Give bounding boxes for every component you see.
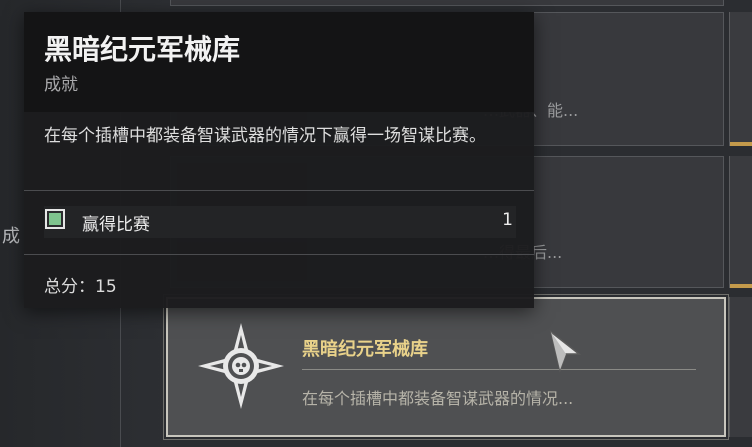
side-card[interactable] bbox=[729, 12, 752, 146]
triumph-tooltip: 黑暗纪元军械库 成就 在每个插槽中都装备智谋武器的情况下赢得一场智谋比赛。 赢得… bbox=[24, 12, 534, 308]
card-description: 在每个插槽中都装备智谋武器的情况... bbox=[302, 389, 574, 408]
tooltip-score: 总分：15 bbox=[44, 277, 117, 297]
side-card-edge bbox=[730, 284, 752, 288]
side-card[interactable] bbox=[729, 297, 752, 437]
objective-row: 赢得比赛 1 bbox=[44, 206, 516, 238]
side-card-edge bbox=[730, 142, 752, 146]
tooltip-divider bbox=[24, 254, 534, 255]
objective-checkbox bbox=[45, 209, 65, 229]
card-edge bbox=[170, 0, 724, 6]
objective-count: 1 bbox=[502, 210, 513, 230]
tooltip-description: 在每个插槽中都装备智谋武器的情况下赢得一场智谋比赛。 bbox=[44, 126, 486, 146]
side-card[interactable] bbox=[729, 156, 752, 288]
tooltip-subtitle: 成就 bbox=[44, 75, 78, 95]
tooltip-divider bbox=[24, 190, 534, 191]
card-divider bbox=[302, 369, 696, 370]
tooltip-title: 黑暗纪元军械库 bbox=[44, 33, 241, 66]
arsenal-emblem-icon bbox=[198, 323, 284, 409]
mouse-cursor-icon bbox=[549, 330, 582, 373]
tooltip-header: 黑暗纪元军械库 成就 bbox=[24, 12, 534, 112]
triumph-card-selected[interactable]: 黑暗纪元军械库 在每个插槽中都装备智谋武器的情况... bbox=[166, 297, 726, 437]
card-title: 黑暗纪元军械库 bbox=[302, 339, 428, 360]
left-panel-partial-label: 成 bbox=[2, 226, 20, 247]
objective-label: 赢得比赛 bbox=[82, 215, 150, 235]
